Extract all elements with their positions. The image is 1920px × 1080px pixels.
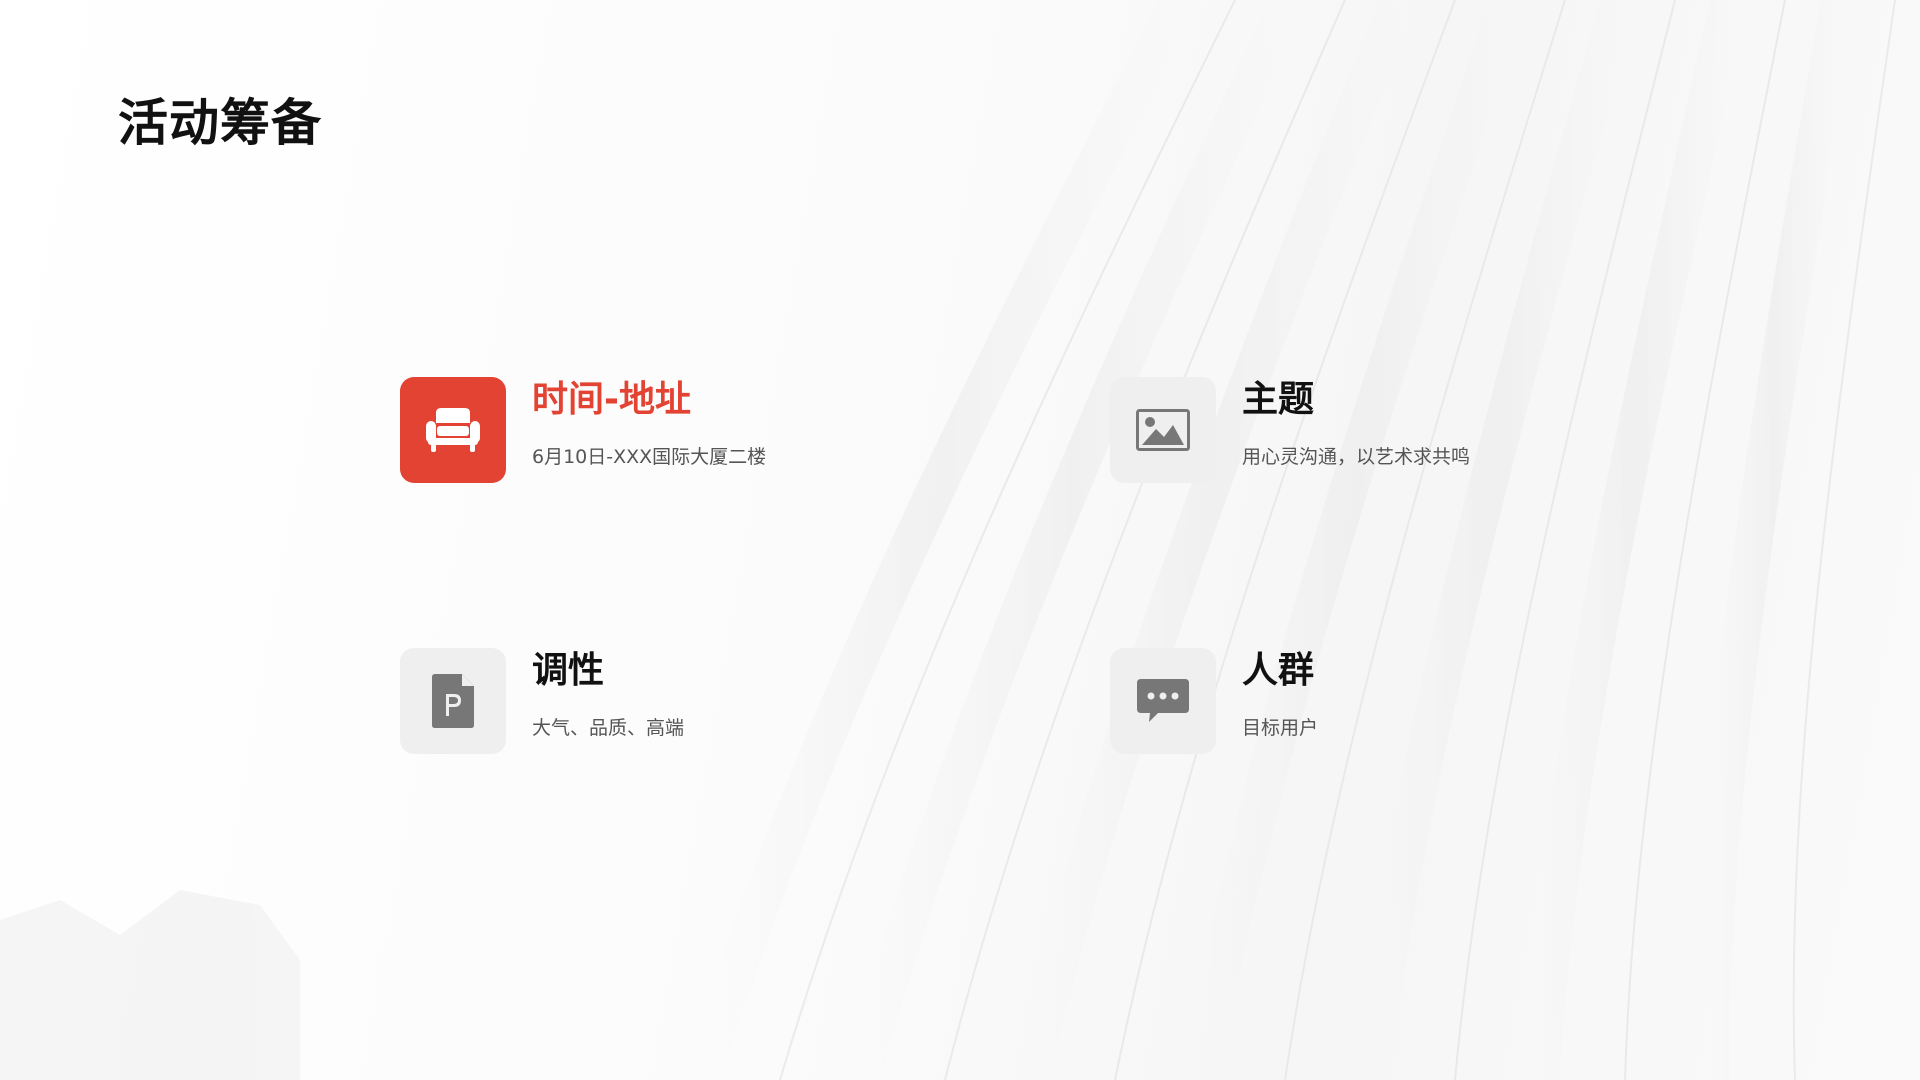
sofa-icon [426,408,480,452]
background-architecture-art [0,0,1896,1080]
item-description: 大气、品质、高端 [532,717,685,739]
chat-bubble-icon [1137,679,1189,722]
chat-bubble-icon-box [1110,648,1216,754]
item-description: 6月10日-XXX国际大厦二楼 [532,446,767,468]
info-item-time-address: 时间-地址 6月10日-XXX国际大厦二楼 [400,377,1020,487]
item-title: 调性 [532,650,605,691]
item-title: 时间-地址 [532,379,691,420]
sofa-icon-box [400,377,506,483]
info-item-audience: 人群 目标用户 [1110,648,1730,758]
ppt-file-icon [432,674,474,728]
ppt-file-icon-box [400,648,506,754]
item-title: 主题 [1242,379,1315,420]
image-icon [1136,409,1190,451]
info-item-theme: 主题 用心灵沟通，以艺术求共鸣 [1110,377,1730,487]
item-title: 人群 [1242,650,1315,691]
item-description: 用心灵沟通，以艺术求共鸣 [1242,446,1471,468]
item-description: 目标用户 [1242,717,1319,739]
page-title: 活动筹备 [118,94,322,152]
info-item-tone: 调性 大气、品质、高端 [400,648,1020,758]
slide: 活动筹备 时间-地址 6月10日-XXX国际大厦二楼 主题 用心灵沟通，以艺术求… [0,0,1920,1080]
image-icon-box [1110,377,1216,483]
